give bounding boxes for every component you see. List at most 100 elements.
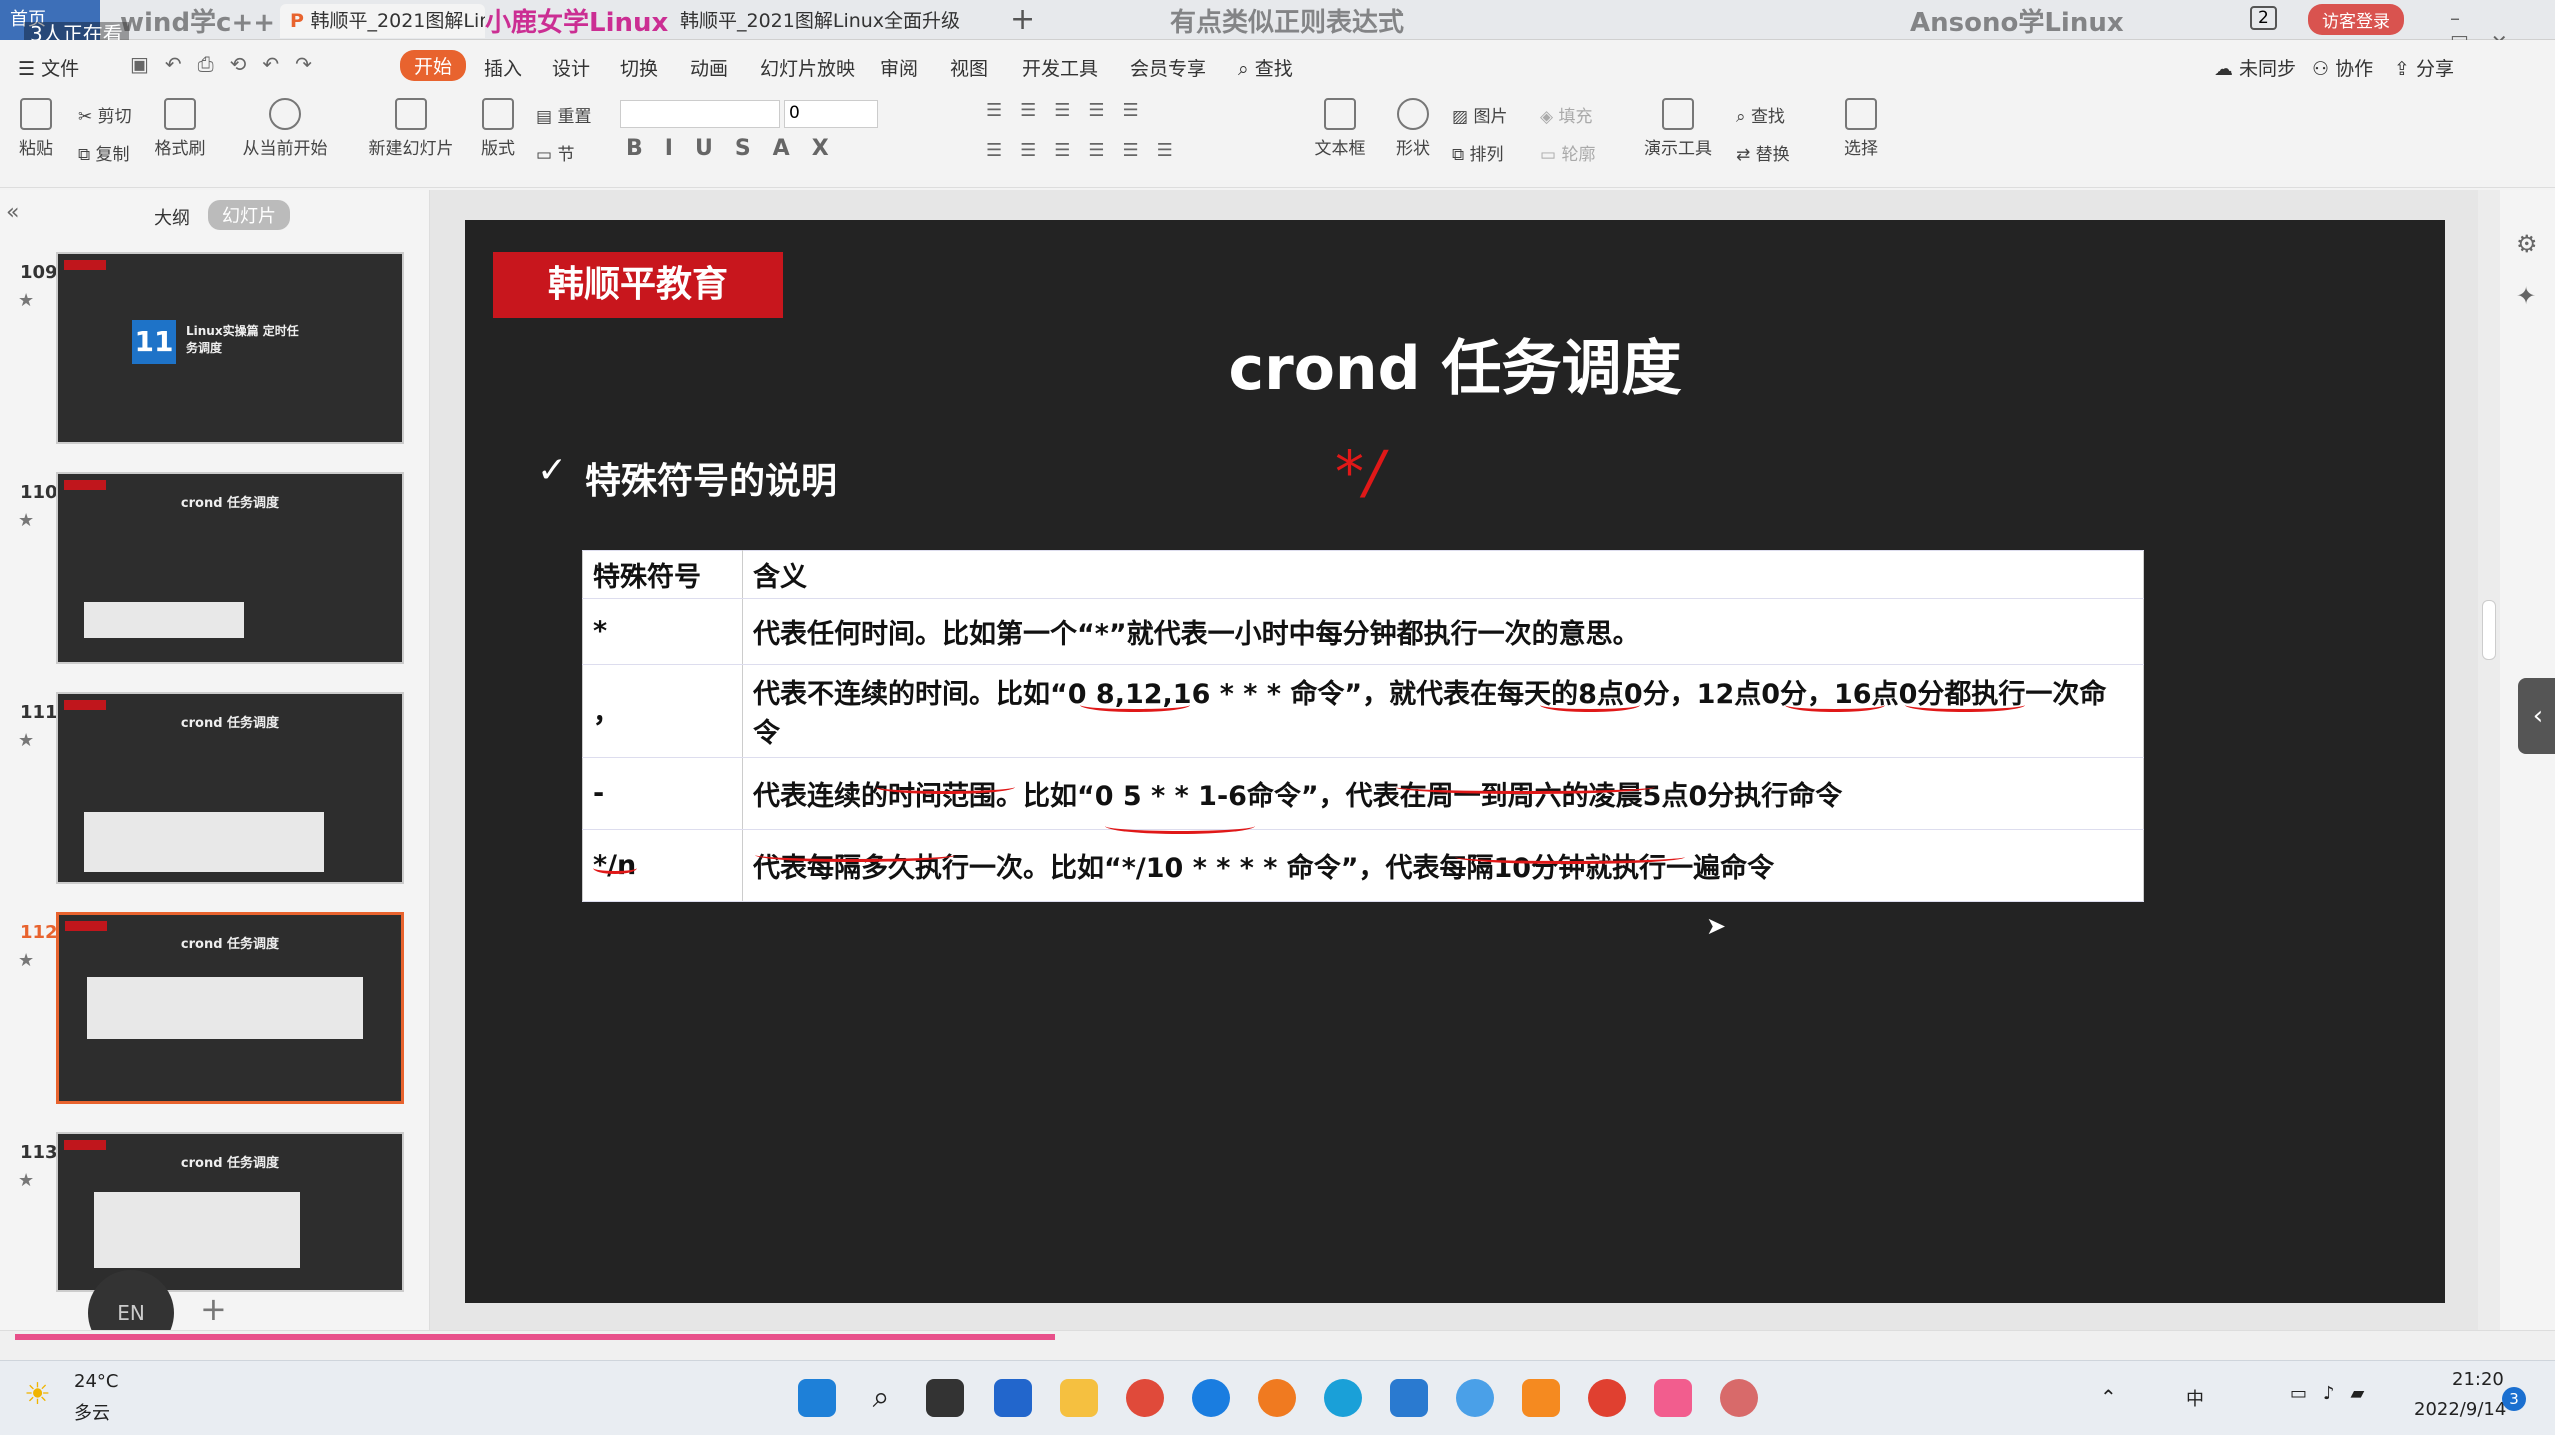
collapse-icon[interactable]: « (6, 200, 19, 225)
outline-button[interactable]: ▭ 轮廓 (1540, 140, 1595, 165)
pin-icon[interactable]: ✦ (2516, 282, 2536, 310)
video-progress-bar[interactable] (15, 1334, 1055, 1340)
red-underline (593, 862, 637, 874)
presentation-tools-button[interactable]: 演示工具 (1638, 98, 1718, 159)
window-count-badge[interactable]: 2 (2250, 6, 2277, 30)
scroll-thumb[interactable] (2482, 600, 2496, 660)
chapter-number: 11 (132, 320, 176, 364)
brush-icon (164, 98, 196, 130)
textbox-icon (1324, 98, 1356, 130)
tab-doc-2[interactable]: 韩顺平_2021图解Linux全面升级 (670, 4, 970, 38)
login-button[interactable]: 访客登录 (2308, 4, 2404, 35)
menu-view[interactable]: 视图 (950, 54, 988, 81)
clock-time[interactable]: 21:20 (2452, 1369, 2504, 1390)
select-button[interactable]: 选择 (1836, 98, 1886, 159)
store-icon[interactable] (994, 1379, 1032, 1417)
windows-taskbar: ☀ 24°C 多云 ⌕ ⌃ 中 ▭♪▰ 21:20 2022/9/14 3 (0, 1360, 2555, 1435)
slide-thumb-113[interactable]: crond 任务调度 (56, 1132, 404, 1292)
shape-button[interactable]: 形状 (1386, 98, 1440, 159)
font-size-select[interactable]: 0 (784, 100, 878, 128)
slide-thumb-109[interactable]: 11 Linux实操篇 定时任务调度 (56, 252, 404, 444)
brand-bar (65, 921, 107, 931)
red-underline (1395, 780, 1655, 794)
title-tab-bar: 首页 3人正在看 wind学c++ P 韩顺平_2021图解Linu 小鹿女学L… (0, 0, 2555, 65)
app-icon[interactable] (1720, 1379, 1758, 1417)
reset-button[interactable]: ▤ 重置 (536, 102, 591, 127)
clock-date[interactable]: 2022/9/14 (2414, 1399, 2506, 1420)
menu-review[interactable]: 审阅 (880, 54, 918, 81)
menu-slideshow[interactable]: 幻灯片放映 (760, 54, 855, 81)
cut-button[interactable]: ✂ 剪切 (78, 102, 132, 127)
brand-bar (64, 260, 106, 270)
app-icon[interactable] (1456, 1379, 1494, 1417)
vscode-icon[interactable] (1390, 1379, 1428, 1417)
slide-thumb-110[interactable]: crond 任务调度 (56, 472, 404, 664)
picture-button[interactable]: ▨ 图片 (1452, 102, 1507, 127)
align-buttons[interactable]: ☰☰☰☰☰☰ (986, 140, 1191, 161)
add-slide-button[interactable]: + (200, 1290, 227, 1328)
new-slide-button[interactable]: 新建幻灯片 (356, 98, 466, 159)
section-button[interactable]: ▭ 节 (536, 140, 574, 165)
red-underline (1785, 698, 1885, 712)
replace-button[interactable]: ⇄ 替换 (1736, 140, 1790, 165)
ime-lang[interactable]: 中 (2186, 1385, 2204, 1411)
tab-doc-1[interactable]: P 韩顺平_2021图解Linu (280, 4, 485, 38)
slide-number: 111 (20, 702, 58, 723)
expand-panel-button[interactable]: ‹ (2518, 678, 2555, 754)
new-tab-button[interactable]: + (1010, 2, 1035, 37)
font-family-select[interactable] (620, 100, 780, 128)
sync-button[interactable]: ☁ 未同步 (2214, 54, 2296, 81)
menu-transition[interactable]: 切换 (620, 54, 658, 81)
share-button[interactable]: ⇪ 分享 (2394, 54, 2454, 81)
red-underline (1905, 698, 2025, 712)
slide-thumb-112[interactable]: crond 任务调度 (56, 912, 404, 1104)
edge-icon[interactable] (1324, 1379, 1362, 1417)
paste-button[interactable]: 粘贴 (14, 98, 58, 159)
tab-outline[interactable]: 大纲 (154, 204, 190, 230)
menu-file[interactable]: ☰ 文件 (18, 54, 79, 81)
menu-animation[interactable]: 动画 (690, 54, 728, 81)
format-painter-button[interactable]: 格式刷 (150, 98, 210, 159)
app-icon[interactable] (1192, 1379, 1230, 1417)
textbox-button[interactable]: 文本框 (1310, 98, 1370, 159)
red-underline (1455, 850, 1685, 864)
menu-dev-tools[interactable]: 开发工具 (1022, 54, 1098, 81)
danmaku-text: Ansono学Linux (1910, 8, 2124, 38)
folder-icon[interactable] (1060, 1379, 1098, 1417)
thumb-title: crond 任务调度 (180, 496, 280, 511)
copy-button[interactable]: ⧉ 复制 (78, 140, 130, 165)
play-from-current-button[interactable]: 从当前开始 (230, 98, 340, 159)
text-format-buttons[interactable]: BIUSAX (626, 136, 851, 161)
menu-search[interactable]: ⌕ 查找 (1238, 54, 1293, 81)
menu-member[interactable]: 会员专享 (1130, 54, 1206, 81)
paragraph-buttons[interactable]: ☰☰☰☰☰ (986, 100, 1157, 121)
settings-icon[interactable]: ⚙ (2516, 230, 2538, 258)
app-icon[interactable] (1588, 1379, 1626, 1417)
red-underline (1080, 698, 1190, 712)
menu-design[interactable]: 设计 (552, 54, 590, 81)
slide-thumb-111[interactable]: crond 任务调度 (56, 692, 404, 884)
notification-badge[interactable]: 3 (2502, 1387, 2526, 1411)
slide-title: crond 任务调度 (1228, 334, 1682, 404)
menu-insert[interactable]: 插入 (484, 54, 522, 81)
firefox-icon[interactable] (1258, 1379, 1296, 1417)
weather-icon: ☀ (24, 1377, 51, 1412)
tray-chevron-icon[interactable]: ⌃ (2100, 1385, 2117, 1409)
arrange-button[interactable]: ⧉ 排列 (1452, 140, 1504, 165)
layout-button[interactable]: 版式 (470, 98, 526, 159)
find-button[interactable]: ⌕ 查找 (1736, 102, 1785, 127)
chrome-icon[interactable] (1126, 1379, 1164, 1417)
fill-button[interactable]: ◈ 填充 (1540, 102, 1592, 127)
search-icon[interactable]: ⌕ (862, 1379, 900, 1417)
bilibili-icon[interactable] (1654, 1379, 1692, 1417)
app-icon[interactable] (1522, 1379, 1560, 1417)
tab-slides[interactable]: 幻灯片 (208, 200, 290, 230)
quick-access-icons[interactable]: ▣↶⎙⟲↶↷ (130, 52, 328, 76)
start-icon[interactable] (798, 1379, 836, 1417)
collab-button[interactable]: ⚇ 协作 (2312, 54, 2373, 81)
task-view-icon[interactable] (926, 1379, 964, 1417)
tray-icons[interactable]: ▭♪▰ (2290, 1383, 2380, 1404)
screen-icon (1662, 98, 1694, 130)
menu-start[interactable]: 开始 (400, 50, 467, 81)
vertical-scrollbar[interactable] (2478, 190, 2500, 1330)
